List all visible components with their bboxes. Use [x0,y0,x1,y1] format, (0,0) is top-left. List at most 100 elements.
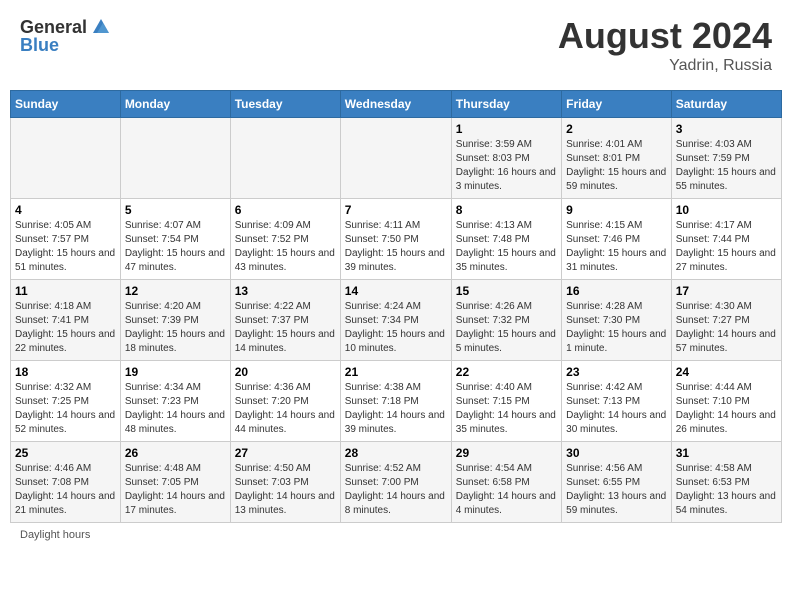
calendar-week-row: 11Sunrise: 4:18 AM Sunset: 7:41 PM Dayli… [11,280,782,361]
calendar-cell: 6Sunrise: 4:09 AM Sunset: 7:52 PM Daylig… [230,199,340,280]
calendar-cell: 28 Sunrise: 4:52 AM Sunset: 7:00 PM Dayli… [340,442,451,523]
main-title: August 2024 [558,15,772,57]
day-number: 5 [125,203,226,217]
day-header-saturday: Saturday [671,91,781,118]
calendar-cell: 10 Sunrise: 4:17 AM Sunset: 7:44 PM Dayli… [671,199,781,280]
calendar-cell: 27 Sunrise: 4:50 AM Sunset: 7:03 PM Dayli… [230,442,340,523]
day-info: Sunrise: 4:54 AM Sunset: 6:58 PM Dayligh… [456,462,557,518]
calendar-cell: 13 Sunrise: 4:22 AM Sunset: 7:37 PM Dayli… [230,280,340,361]
day-header-monday: Monday [120,91,230,118]
day-info: Sunrise: 4:46 AM Sunset: 7:08 PM Dayligh… [15,462,116,518]
day-number: 21 [345,365,447,379]
day-number: 10 [676,203,777,217]
day-number: 3 [676,122,777,136]
day-header-sunday: Sunday [11,91,121,118]
calendar-cell: 15Sunrise: 4:26 AM Sunset: 7:32 PM Dayli… [451,280,561,361]
day-header-tuesday: Tuesday [230,91,340,118]
calendar-cell: 29 Sunrise: 4:54 AM Sunset: 6:58 PM Dayli… [451,442,561,523]
calendar-cell [11,118,121,199]
day-info: Sunrise: 4:50 AM Sunset: 7:03 PM Dayligh… [235,462,336,518]
day-number: 4 [15,203,116,217]
day-number: 13 [235,284,336,298]
day-number: 15 [456,284,557,298]
day-info: Sunrise: 4:56 AM Sunset: 6:55 PM Dayligh… [566,462,667,518]
logo-blue-text: Blue [20,35,59,56]
calendar-cell [340,118,451,199]
day-info: Sunrise: 4:28 AM Sunset: 7:30 PM Dayligh… [566,300,667,356]
calendar-cell: 21 Sunrise: 4:38 AM Sunset: 7:18 PM Dayli… [340,361,451,442]
day-info: Sunrise: 4:44 AM Sunset: 7:10 PM Dayligh… [676,381,777,437]
day-number: 26 [125,446,226,460]
day-number: 9 [566,203,667,217]
day-info: Sunrise: 4:03 AM Sunset: 7:59 PM Dayligh… [676,138,777,194]
day-info: Sunrise: 4:32 AM Sunset: 7:25 PM Dayligh… [15,381,116,437]
day-info: Sunrise: 4:01 AM Sunset: 8:01 PM Dayligh… [566,138,667,194]
day-number: 19 [125,365,226,379]
calendar-cell: 23Sunrise: 4:42 AM Sunset: 7:13 PM Dayli… [562,361,672,442]
day-number: 27 [235,446,336,460]
day-info: Sunrise: 4:20 AM Sunset: 7:39 PM Dayligh… [125,300,226,356]
day-info: Sunrise: 4:24 AM Sunset: 7:34 PM Dayligh… [345,300,447,356]
calendar-week-row: 4 Sunrise: 4:05 AM Sunset: 7:57 PM Daylig… [11,199,782,280]
day-header-thursday: Thursday [451,91,561,118]
day-number: 14 [345,284,447,298]
logo: General Blue [20,15,113,56]
day-number: 1 [456,122,557,136]
day-number: 17 [676,284,777,298]
day-number: 31 [676,446,777,460]
calendar-cell: 31 Sunrise: 4:58 AM Sunset: 6:53 PM Dayli… [671,442,781,523]
day-info: Sunrise: 4:15 AM Sunset: 7:46 PM Dayligh… [566,219,667,275]
day-number: 30 [566,446,667,460]
day-number: 16 [566,284,667,298]
day-info: Sunrise: 4:18 AM Sunset: 7:41 PM Dayligh… [15,300,116,356]
footer-note: Daylight hours [10,529,782,541]
calendar-cell: 16 Sunrise: 4:28 AM Sunset: 7:30 PM Dayli… [562,280,672,361]
day-info: Sunrise: 4:13 AM Sunset: 7:48 PM Dayligh… [456,219,557,275]
calendar-week-row: 25 Sunrise: 4:46 AM Sunset: 7:08 PM Dayli… [11,442,782,523]
day-info: Sunrise: 4:11 AM Sunset: 7:50 PM Dayligh… [345,219,447,275]
day-number: 7 [345,203,447,217]
day-number: 2 [566,122,667,136]
day-number: 8 [456,203,557,217]
calendar-cell: 12Sunrise: 4:20 AM Sunset: 7:39 PM Dayli… [120,280,230,361]
day-header-wednesday: Wednesday [340,91,451,118]
day-info: Sunrise: 4:30 AM Sunset: 7:27 PM Dayligh… [676,300,777,356]
calendar-cell: 14 Sunrise: 4:24 AM Sunset: 7:34 PM Dayli… [340,280,451,361]
day-info: Sunrise: 4:05 AM Sunset: 7:57 PM Dayligh… [15,219,116,275]
calendar-table: SundayMondayTuesdayWednesdayThursdayFrid… [10,90,782,523]
day-number: 20 [235,365,336,379]
calendar-cell: 25 Sunrise: 4:46 AM Sunset: 7:08 PM Dayli… [11,442,121,523]
day-info: Sunrise: 4:52 AM Sunset: 7:00 PM Dayligh… [345,462,447,518]
subtitle: Yadrin, Russia [558,57,772,75]
calendar-cell [120,118,230,199]
title-area: August 2024 Yadrin, Russia [558,15,772,75]
calendar-cell: 5Sunrise: 4:07 AM Sunset: 7:54 PM Daylig… [120,199,230,280]
calendar-cell: 19Sunrise: 4:34 AM Sunset: 7:23 PM Dayli… [120,361,230,442]
calendar-cell: 11Sunrise: 4:18 AM Sunset: 7:41 PM Dayli… [11,280,121,361]
day-info: Sunrise: 4:58 AM Sunset: 6:53 PM Dayligh… [676,462,777,518]
day-number: 29 [456,446,557,460]
calendar-cell: 18 Sunrise: 4:32 AM Sunset: 7:25 PM Dayli… [11,361,121,442]
day-info: Sunrise: 4:38 AM Sunset: 7:18 PM Dayligh… [345,381,447,437]
day-info: Sunrise: 4:22 AM Sunset: 7:37 PM Dayligh… [235,300,336,356]
day-info: Sunrise: 3:59 AM Sunset: 8:03 PM Dayligh… [456,138,557,194]
day-number: 22 [456,365,557,379]
day-header-friday: Friday [562,91,672,118]
day-info: Sunrise: 4:17 AM Sunset: 7:44 PM Dayligh… [676,219,777,275]
day-number: 28 [345,446,447,460]
calendar-cell: 7 Sunrise: 4:11 AM Sunset: 7:50 PM Daylig… [340,199,451,280]
calendar-cell: 26 Sunrise: 4:48 AM Sunset: 7:05 PM Dayli… [120,442,230,523]
calendar-cell: 17 Sunrise: 4:30 AM Sunset: 7:27 PM Dayli… [671,280,781,361]
calendar-week-row: 18 Sunrise: 4:32 AM Sunset: 7:25 PM Dayli… [11,361,782,442]
day-number: 6 [235,203,336,217]
day-number: 18 [15,365,116,379]
day-number: 24 [676,365,777,379]
day-info: Sunrise: 4:42 AM Sunset: 7:13 PM Dayligh… [566,381,667,437]
day-number: 25 [15,446,116,460]
calendar-week-row: 1 Sunrise: 3:59 AM Sunset: 8:03 PM Daylig… [11,118,782,199]
calendar-cell [230,118,340,199]
calendar-cell: 9 Sunrise: 4:15 AM Sunset: 7:46 PM Daylig… [562,199,672,280]
day-info: Sunrise: 4:48 AM Sunset: 7:05 PM Dayligh… [125,462,226,518]
calendar-cell: 20Sunrise: 4:36 AM Sunset: 7:20 PM Dayli… [230,361,340,442]
calendar-cell: 24 Sunrise: 4:44 AM Sunset: 7:10 PM Dayli… [671,361,781,442]
